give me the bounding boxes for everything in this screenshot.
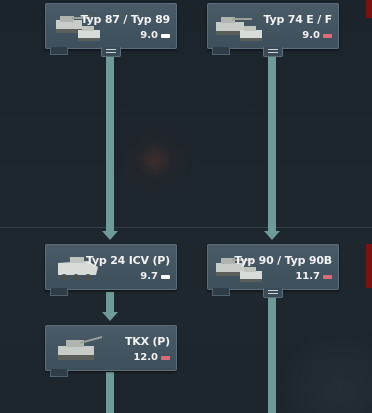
vehicle-name: Typ 74 E / F (263, 13, 332, 26)
battle-rating-value: 9.7 (140, 271, 158, 282)
vehicle-name: TKX (P) (124, 335, 170, 348)
expand-tab-icon[interactable] (101, 47, 121, 57)
mixed-mode-icon (323, 274, 332, 279)
battle-rating: 9.0 (302, 30, 332, 41)
vehicle-card-typ90[interactable]: Typ 90 / Typ 90B 11.7 (207, 244, 339, 290)
connector-line (106, 55, 114, 231)
card-corner-tab (212, 47, 230, 55)
tank-icon (58, 336, 102, 360)
card-corner-tab (212, 288, 230, 296)
battle-rating: 9.7 (140, 271, 170, 282)
battle-rating-value: 11.7 (295, 271, 320, 282)
next-column-edge-bottom (366, 244, 372, 288)
card-corner-tab (50, 288, 68, 296)
battle-rating: 9.0 (140, 30, 170, 41)
connector-line (106, 372, 114, 413)
vehicle-card-typ74ef[interactable]: Typ 74 E / F 9.0 (207, 3, 339, 49)
battle-rating: 12.0 (133, 352, 170, 363)
tank-group-icon (216, 17, 262, 41)
connector-line (268, 55, 276, 231)
battle-rating: 11.7 (295, 271, 332, 282)
connector-line (268, 292, 276, 413)
connector-arrow (264, 231, 280, 240)
connector-line (106, 292, 114, 312)
ground-mode-icon (161, 274, 170, 279)
next-column-edge-top (366, 0, 372, 18)
vehicle-name: Typ 87 / Typ 89 (80, 13, 171, 26)
battle-rating-value: 12.0 (133, 352, 158, 363)
battle-rating-value: 9.0 (302, 30, 320, 41)
expand-tab-icon[interactable] (263, 47, 283, 57)
rank-divider (0, 227, 372, 228)
vehicle-card-tkx[interactable]: TKX (P) 12.0 (45, 325, 177, 371)
mixed-mode-icon (323, 33, 332, 38)
card-corner-tab (50, 47, 68, 55)
vehicle-name: Typ 24 ICV (P) (85, 254, 170, 267)
vehicle-card-typ87[interactable]: Typ 87 / Typ 89 9.0 (45, 3, 177, 49)
mixed-mode-icon (161, 355, 170, 360)
battle-rating-value: 9.0 (140, 30, 158, 41)
ground-mode-icon (161, 33, 170, 38)
connector-arrow (102, 312, 118, 321)
connector-arrow (102, 231, 118, 240)
vehicle-name: Typ 90 / Typ 90B (234, 254, 332, 267)
vehicle-card-typ24[interactable]: Typ 24 ICV (P) 9.7 (45, 244, 177, 290)
expand-tab-icon[interactable] (263, 288, 283, 298)
card-corner-tab (50, 369, 68, 377)
